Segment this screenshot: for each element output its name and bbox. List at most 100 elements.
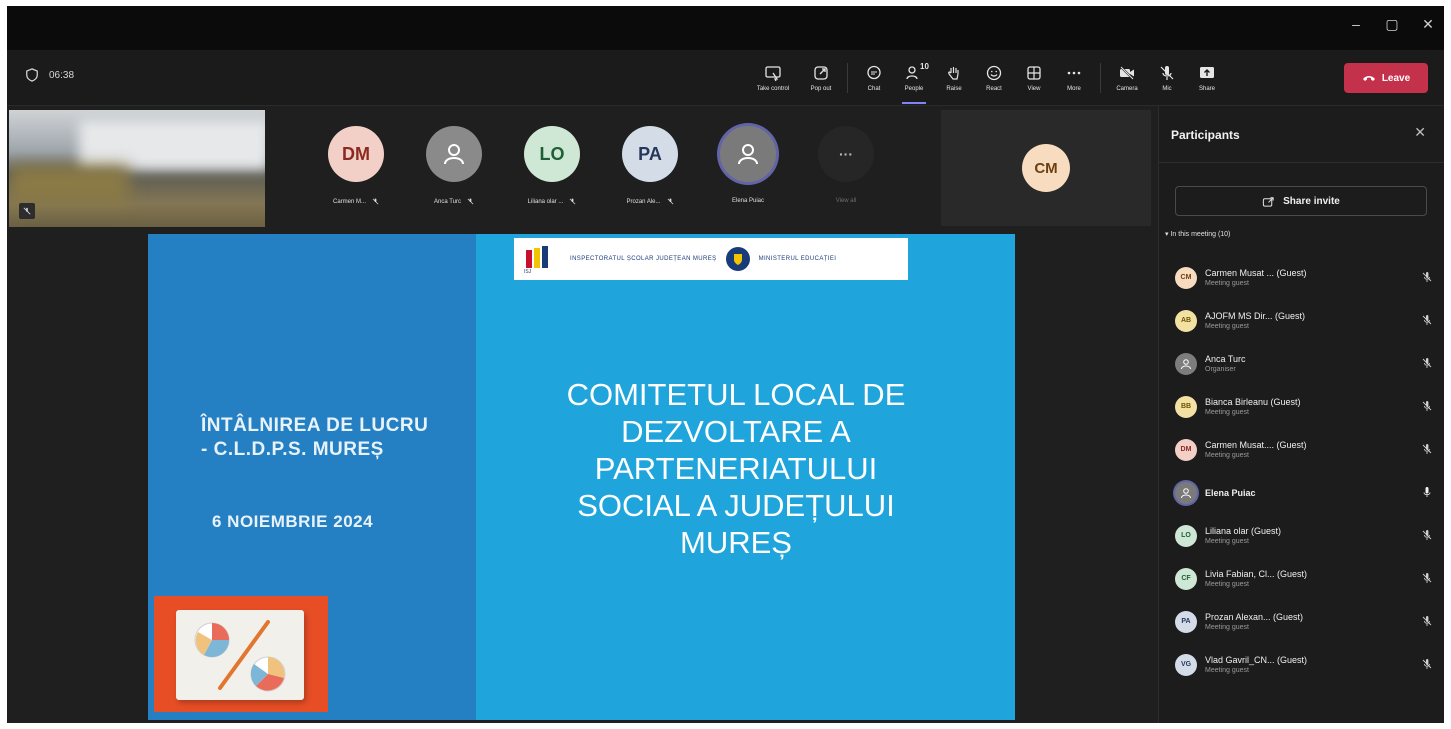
tile-name-row: Liliana olar ... xyxy=(528,198,577,205)
tile-name: Prozan Ale... xyxy=(626,198,661,205)
leave-button[interactable]: Leave xyxy=(1344,63,1428,93)
slide-logo-banner: ISJ INSPECTORATUL ȘCOLAR JUDEȚEAN MUREȘ … xyxy=(514,238,908,280)
participant-name: Bianca Birleanu (Guest) xyxy=(1205,397,1301,407)
window-controls: – ▢ ✕ xyxy=(1348,16,1436,33)
avatar-initials: LO xyxy=(1181,532,1191,539)
coat-of-arms-icon xyxy=(725,247,750,271)
slide-title-line: MUREȘ xyxy=(680,525,792,560)
panel-divider xyxy=(1159,162,1444,163)
toolbar-divider xyxy=(1100,63,1101,93)
tile-name-row: Anca Turc xyxy=(434,198,474,205)
take-control-button[interactable]: Take control xyxy=(745,56,801,100)
tile-name: Carmen M... xyxy=(332,198,366,205)
participant-row[interactable]: BB Bianca Birleanu (Guest) Meeting guest xyxy=(1175,385,1435,428)
avatar xyxy=(426,126,482,182)
avatar: VG xyxy=(1175,653,1197,676)
participant-role: Meeting guest xyxy=(1205,409,1249,416)
people-button[interactable]: 10 People xyxy=(894,56,934,104)
slide-subtitle-line: ÎNTÂLNIREA DE LUCRU xyxy=(201,415,429,436)
tile-name-row: View all xyxy=(836,198,857,204)
teams-meeting-window: – ▢ ✕ 06:38 Take control Pop out Chat 10… xyxy=(7,6,1444,723)
avatar-initials: AB xyxy=(1180,317,1192,324)
participant-row[interactable]: Elena Puiac xyxy=(1175,471,1435,514)
avatar xyxy=(1175,352,1197,375)
mic-off-icon xyxy=(1422,401,1432,411)
share-invite-button[interactable]: Share invite xyxy=(1175,186,1427,216)
participant-name: Carmen Musat ... (Guest) xyxy=(1205,268,1307,278)
view-button[interactable]: View xyxy=(1014,56,1054,100)
slide-logo-text: MINISTERUL EDUCAȚIEI xyxy=(758,256,837,262)
section-label: In this meeting (10) xyxy=(1170,231,1231,238)
avatar-initials: DM xyxy=(1180,446,1192,453)
toolbar-divider xyxy=(847,63,848,93)
participant-tile[interactable]: LO Liliana olar ... xyxy=(503,116,601,218)
participant-tile[interactable]: DM Carmen M... xyxy=(307,116,405,218)
meeting-section-header[interactable]: ▾ In this meeting (10) xyxy=(1165,230,1230,238)
participant-row[interactable]: AB AJOFM MS Dir... (Guest) Meeting guest xyxy=(1175,299,1435,342)
mic-label: Mic xyxy=(1162,86,1172,92)
person-icon xyxy=(1181,487,1191,498)
meeting-toolbar: 06:38 Take control Pop out Chat 10 Peopl… xyxy=(7,50,1444,106)
featured-participant-tile[interactable]: CM xyxy=(941,110,1151,226)
raise-hand-button[interactable]: Raise xyxy=(934,56,974,100)
chat-button[interactable]: Chat xyxy=(854,56,894,100)
share-button[interactable]: Share xyxy=(1187,56,1227,100)
self-video-preview[interactable] xyxy=(9,110,265,227)
hang-up-icon xyxy=(1362,76,1375,81)
person-icon xyxy=(444,144,464,165)
maximize-button[interactable]: ▢ xyxy=(1384,16,1400,32)
participant-row[interactable]: VG Vlad Gavril_CN... (Guest) Meeting gues… xyxy=(1175,643,1435,686)
avatar: CM xyxy=(1022,144,1070,192)
participant-role: Meeting guest xyxy=(1205,581,1249,588)
avatar xyxy=(720,126,776,182)
tile-name: Anca Turc xyxy=(433,198,461,205)
participant-row[interactable]: LO Liliana olar (Guest) Meeting guest xyxy=(1175,514,1435,557)
mic-off-icon xyxy=(1422,530,1432,540)
people-label: People xyxy=(904,86,924,92)
more-button[interactable]: More xyxy=(1054,56,1094,100)
participant-row[interactable]: CM Carmen Musat ... (Guest) Meeting guest xyxy=(1175,256,1435,299)
avatar: AB xyxy=(1175,309,1197,332)
participant-name: AJOFM MS Dir... (Guest) xyxy=(1205,311,1306,321)
avatar: LO xyxy=(1175,524,1197,547)
participant-name: Liliana olar (Guest) xyxy=(1205,526,1282,536)
avatar-initials: CM xyxy=(1034,159,1058,177)
percent-illustration xyxy=(176,610,304,700)
take-control-icon xyxy=(765,66,781,82)
take-control-label: Take control xyxy=(756,86,790,92)
toolbar-left-group: Take control Pop out Chat 10 People Rais… xyxy=(745,56,1227,104)
participant-row[interactable]: Anca Turc Organiser xyxy=(1175,342,1435,385)
avatar-initials: BB xyxy=(1180,403,1192,410)
avatar-initials: CM xyxy=(1180,274,1192,281)
participant-tile[interactable]: Elena Puiac xyxy=(699,116,797,218)
mic-off-icon xyxy=(1422,616,1432,626)
minimize-button[interactable]: – xyxy=(1348,16,1364,32)
mic-button[interactable]: Mic xyxy=(1147,56,1187,100)
participant-tile[interactable]: Anca Turc xyxy=(405,116,503,218)
participant-row[interactable]: PA Prozan Alexan... (Guest) Meeting guest xyxy=(1175,600,1435,643)
self-mic-off-icon xyxy=(19,203,35,219)
avatar: LO xyxy=(524,126,580,182)
slide-left-panel: ÎNTÂLNIREA DE LUCRU - C.L.D.P.S. MUREȘ 6… xyxy=(148,234,476,720)
slide-title-line: DEZVOLTARE A xyxy=(621,414,851,449)
avatar: DM xyxy=(1175,438,1197,461)
shield-icon xyxy=(26,68,38,82)
participant-gallery: DM Carmen M... Anca Turc LO Liliana olar… xyxy=(307,116,895,218)
close-panel-button[interactable]: ✕ xyxy=(1414,124,1426,141)
view-label: View xyxy=(1027,86,1041,92)
tile-name-row: Elena Puiac xyxy=(732,198,764,204)
close-button[interactable]: ✕ xyxy=(1420,16,1436,32)
people-count: 10 xyxy=(920,62,929,71)
mic-off-icon xyxy=(1422,659,1432,669)
view-all-tile[interactable]: ··· View all xyxy=(797,116,895,218)
camera-button[interactable]: Camera xyxy=(1107,56,1147,100)
participant-row[interactable]: CF Livia Fabian, Cl... (Guest) Meeting gu… xyxy=(1175,557,1435,600)
participant-row[interactable]: DM Carmen Musat.... (Guest) Meeting guest xyxy=(1175,428,1435,471)
avatar: PA xyxy=(622,126,678,182)
raise-label: Raise xyxy=(946,86,962,92)
participant-role: Organiser xyxy=(1205,366,1236,373)
participant-tile[interactable]: PA Prozan Ale... xyxy=(601,116,699,218)
react-button[interactable]: React xyxy=(974,56,1014,100)
pop-out-button[interactable]: Pop out xyxy=(801,56,841,100)
participant-name: Vlad Gavril_CN... (Guest) xyxy=(1205,655,1308,665)
